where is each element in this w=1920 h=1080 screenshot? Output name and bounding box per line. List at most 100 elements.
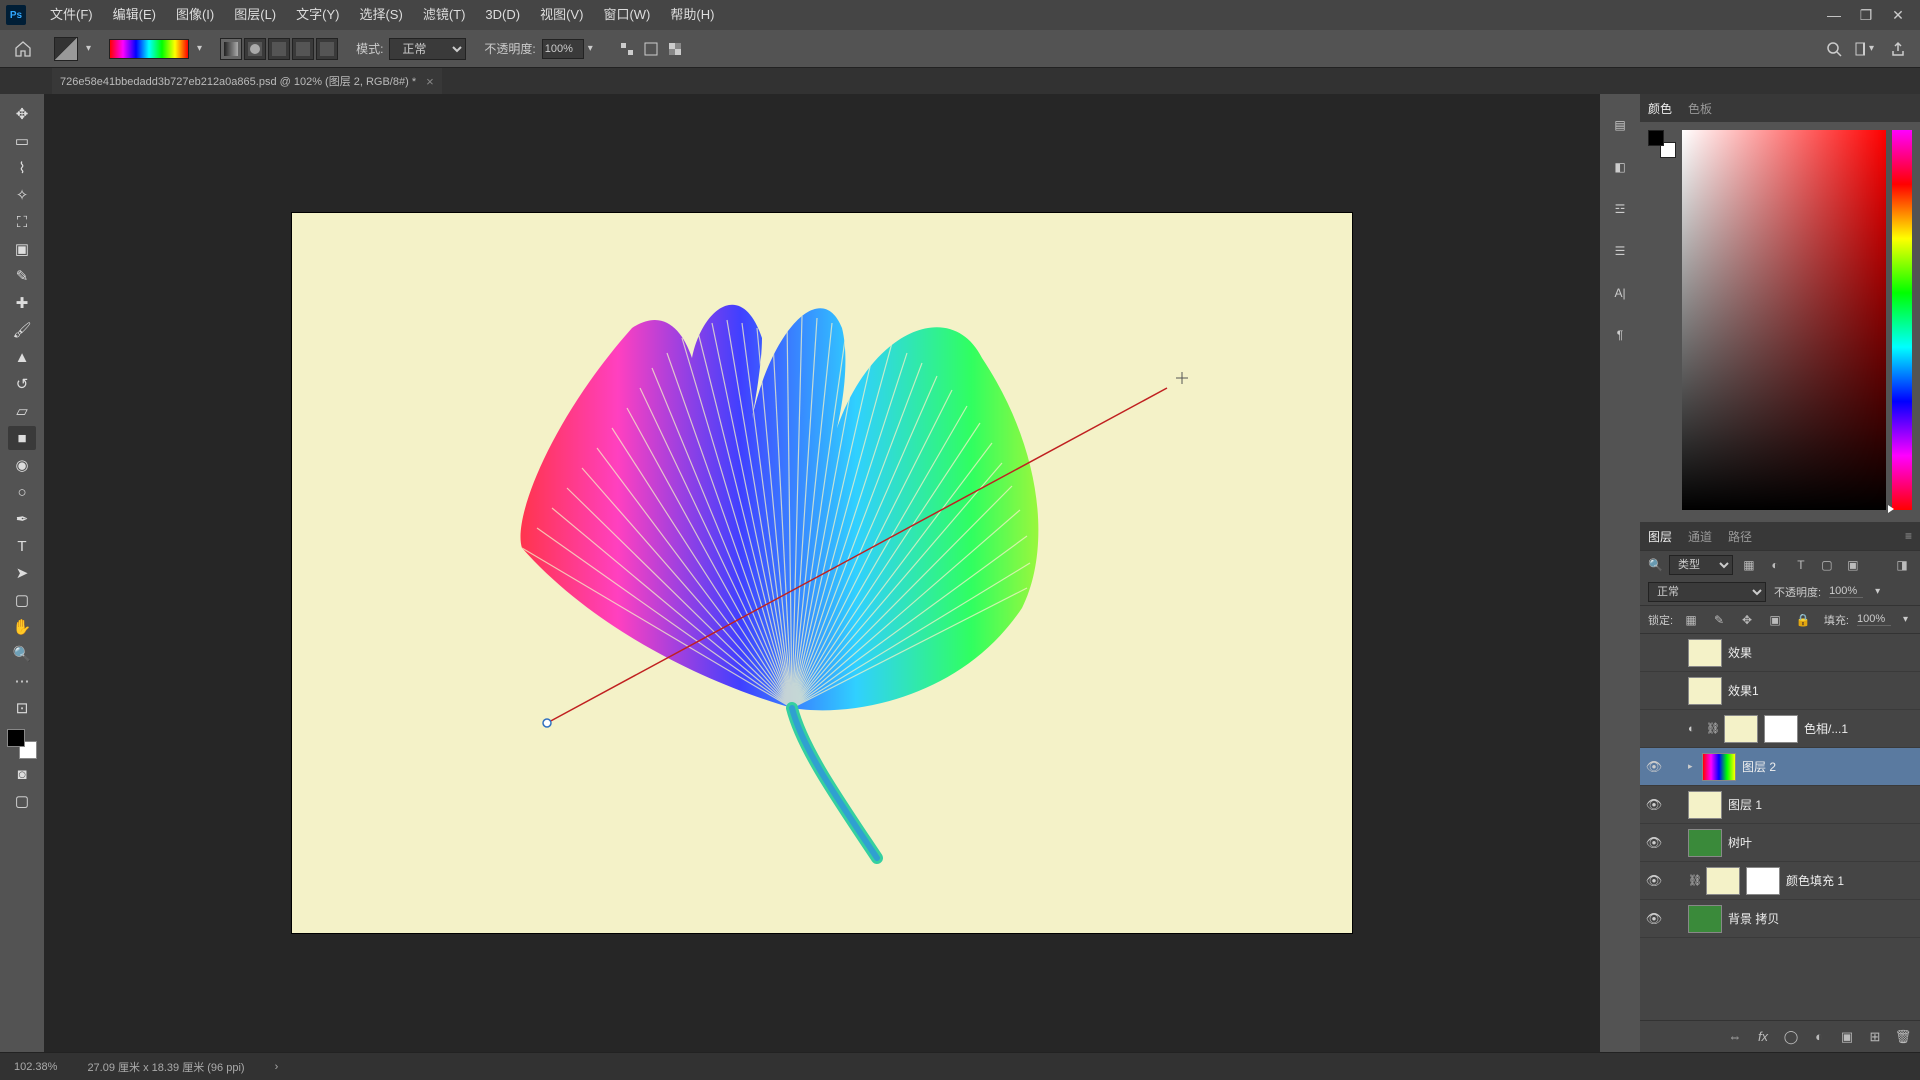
layer-name[interactable]: 图层 2 [1742,758,1776,775]
layer-name[interactable]: 效果1 [1728,682,1759,699]
lock-pos-icon[interactable]: ✥ [1737,610,1757,630]
layer-thumb[interactable] [1688,677,1722,705]
menu-3d[interactable]: 3D(D) [475,0,530,30]
menu-text[interactable]: 文字(Y) [286,0,349,30]
hand-tool[interactable]: ✋ [8,615,36,639]
stamp-tool[interactable]: ▲ [8,345,36,369]
gradient-radial[interactable] [244,38,266,60]
layer-thumb[interactable] [1706,867,1740,895]
visibility-toggle[interactable]: 👁 [1644,683,1664,699]
screenmode-toggle[interactable]: ▢ [8,789,36,813]
blend-mode-select[interactable]: 正常 [389,38,466,60]
visibility-toggle[interactable]: 👁 [1644,797,1664,813]
tab-close-button[interactable]: × [426,74,434,89]
layer-row[interactable]: 👁◐⛓色相/...1 [1640,710,1920,748]
tool-preset[interactable] [54,37,78,61]
filter-smart-icon[interactable]: ▣ [1843,555,1863,575]
window-minimize[interactable]: — [1818,0,1850,30]
visibility-toggle[interactable]: 👁 [1644,873,1664,889]
visibility-toggle[interactable]: 👁 [1644,759,1664,775]
wand-tool[interactable]: ✧ [8,183,36,207]
heal-tool[interactable]: ✚ [8,291,36,315]
window-close[interactable]: ✕ [1882,0,1914,30]
reverse-toggle[interactable] [615,37,639,61]
history-panel-icon[interactable]: ▤ [1607,112,1633,138]
new-adjust-button[interactable]: ◐ [1808,1026,1830,1048]
workspace-button[interactable]: ▾ [1854,37,1878,61]
blur-tool[interactable]: ◉ [8,453,36,477]
layer-thumb[interactable] [1688,639,1722,667]
layer-fx-button[interactable]: fx [1752,1026,1774,1048]
tab-channels[interactable]: 通道 [1688,528,1712,545]
tab-swatch[interactable]: 色板 [1688,100,1712,117]
menu-layer[interactable]: 图层(L) [224,0,286,30]
layer-fill-input[interactable] [1857,613,1891,626]
doc-tab[interactable]: 726e58e41bbedadd3b727eb212a0a865.psd @ 1… [52,68,442,94]
gradient-angle[interactable] [268,38,290,60]
layer-row[interactable]: 👁⛓颜色填充 1 [1640,862,1920,900]
lasso-tool[interactable]: ⌇ [8,156,36,180]
layer-name[interactable]: 树叶 [1728,834,1752,851]
transparency-toggle[interactable] [663,37,687,61]
adjustments-panel-icon[interactable]: ☲ [1607,196,1633,222]
edit-toolbar[interactable]: ⊡ [8,696,36,720]
character-panel-icon[interactable]: A| [1607,280,1633,306]
tab-layers[interactable]: 图层 [1648,528,1672,545]
home-button[interactable] [10,36,36,62]
path-tool[interactable]: ➤ [8,561,36,585]
type-tool[interactable]: T [8,534,36,558]
gradient-diamond[interactable] [316,38,338,60]
share-button[interactable] [1886,37,1910,61]
expand-icon[interactable]: ▸ [1688,761,1696,772]
menu-window[interactable]: 窗口(W) [593,0,660,30]
search-button[interactable] [1822,37,1846,61]
gradient-preview[interactable] [109,39,189,59]
filter-pixel-icon[interactable]: ▦ [1739,555,1759,575]
layer-filter-select[interactable]: 类型 [1669,555,1733,575]
quickmask-toggle[interactable]: ◙ [8,762,36,786]
add-mask-button[interactable]: ◯ [1780,1026,1802,1048]
link-layers-button[interactable]: ⇔ [1724,1026,1746,1048]
layer-thumb[interactable] [1688,791,1722,819]
paragraph-panel-icon[interactable]: ¶ [1607,322,1633,348]
filter-adjust-icon[interactable]: ◐ [1765,555,1785,575]
lock-nest-icon[interactable]: ▣ [1765,610,1785,630]
layer-name[interactable]: 图层 1 [1728,796,1762,813]
chevron-down-icon[interactable]: ▾ [82,43,95,54]
visibility-toggle[interactable]: 👁 [1644,645,1664,661]
shape-tool[interactable]: ▢ [8,588,36,612]
libraries-panel-icon[interactable]: ☰ [1607,238,1633,264]
opacity-input[interactable] [542,39,584,59]
color-swatches[interactable] [7,729,37,759]
more-tools[interactable]: ⋯ [8,669,36,693]
eraser-tool[interactable]: ▱ [8,399,36,423]
layer-name[interactable]: 效果 [1728,644,1752,661]
brush-tool[interactable]: 🖌 [8,318,36,342]
eyedropper-tool[interactable]: ✎ [8,264,36,288]
layer-name[interactable]: 背景 拷贝 [1728,910,1779,927]
visibility-toggle[interactable]: 👁 [1644,721,1664,737]
layer-thumb[interactable] [1764,715,1798,743]
layer-name[interactable]: 颜色填充 1 [1786,872,1844,889]
visibility-toggle[interactable]: 👁 [1644,911,1664,927]
layer-thumb[interactable] [1702,753,1736,781]
marquee-tool[interactable]: ▭ [8,129,36,153]
lock-all-icon[interactable]: 🔒 [1793,610,1813,630]
layer-opacity-input[interactable] [1829,585,1863,598]
menu-select[interactable]: 选择(S) [349,0,412,30]
history-brush-tool[interactable]: ↺ [8,372,36,396]
filter-toggle[interactable]: ◨ [1892,555,1912,575]
menu-file[interactable]: 文件(F) [40,0,103,30]
tab-color[interactable]: 颜色 [1648,100,1672,117]
layer-thumb[interactable] [1746,867,1780,895]
menu-edit[interactable]: 编辑(E) [103,0,166,30]
lock-paint-icon[interactable]: ✎ [1709,610,1729,630]
menu-help[interactable]: 帮助(H) [660,0,724,30]
visibility-toggle[interactable]: 👁 [1644,835,1664,851]
properties-panel-icon[interactable]: ◧ [1607,154,1633,180]
menu-image[interactable]: 图像(I) [166,0,224,30]
chevron-down-icon[interactable]: ▾ [584,43,597,54]
filter-shape-icon[interactable]: ▢ [1817,555,1837,575]
layer-thumb[interactable] [1688,905,1722,933]
layer-thumb[interactable] [1688,829,1722,857]
